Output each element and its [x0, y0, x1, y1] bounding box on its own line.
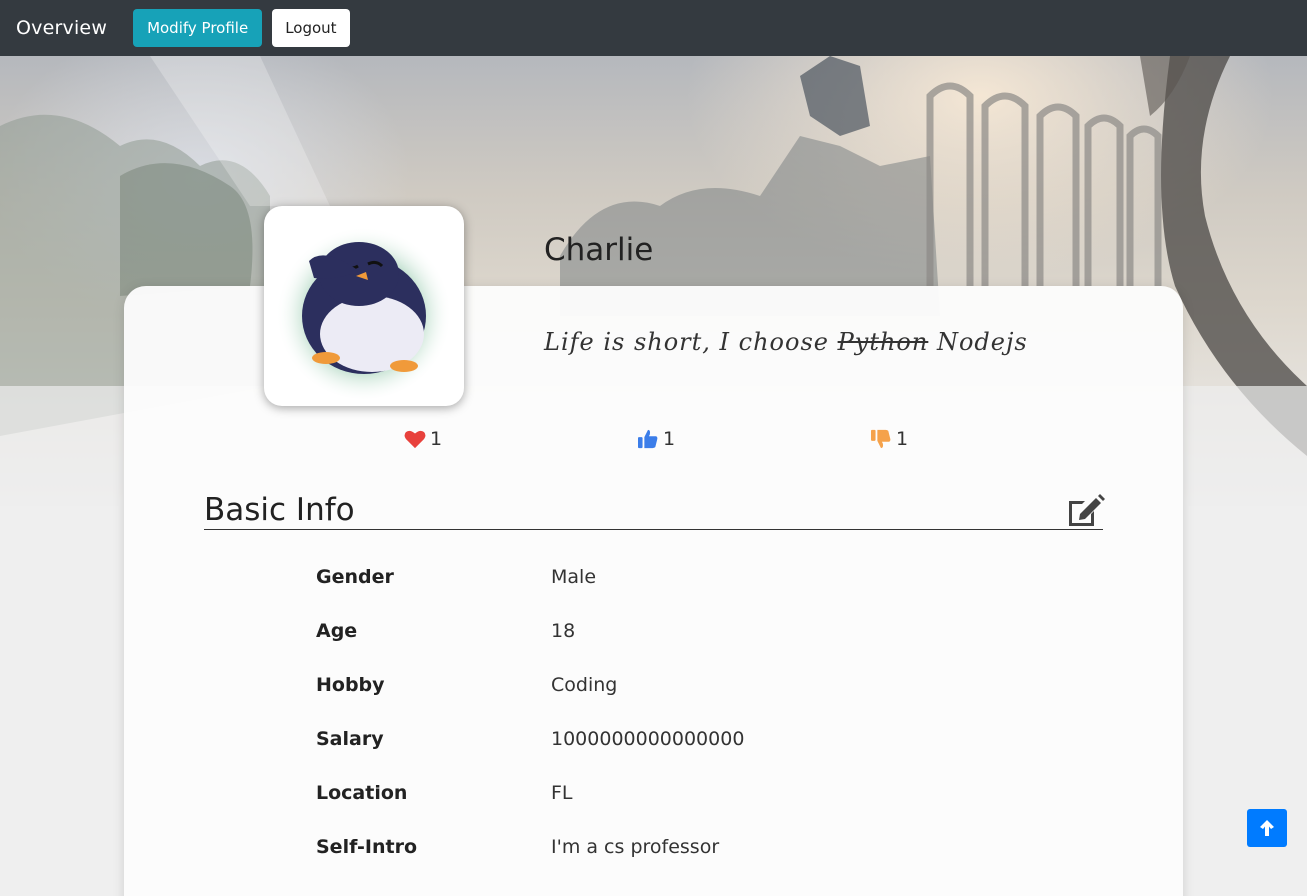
info-label: Age — [316, 620, 358, 642]
info-value: 1000000000000000 — [551, 728, 745, 750]
thumbs-up-count: 1 — [663, 428, 676, 450]
profile-username: Charlie — [544, 232, 654, 268]
info-label: Self-Intro — [316, 836, 418, 858]
penguin-avatar-icon — [276, 223, 452, 399]
arrow-up-icon — [1260, 820, 1274, 836]
info-row-salary: Salary 1000000000000000 — [316, 728, 1016, 758]
info-label: Location — [316, 782, 408, 804]
info-row-age: Age 18 — [316, 620, 1016, 650]
motto-prefix: Life is short, I choose — [544, 328, 838, 356]
logout-button[interactable]: Logout — [272, 9, 350, 47]
info-value: FL — [551, 782, 573, 804]
info-label: Gender — [316, 566, 394, 588]
section-divider — [204, 529, 1103, 530]
basic-info-title: Basic Info — [204, 492, 355, 528]
likes-stat[interactable]: 1 — [404, 428, 442, 450]
edit-profile-icon[interactable] — [1065, 493, 1105, 533]
info-value: 18 — [551, 620, 576, 642]
avatar — [264, 206, 464, 406]
thumbs-up-stat[interactable]: 1 — [637, 428, 675, 450]
thumbs-down-icon — [871, 429, 891, 449]
thumbs-up-icon — [638, 429, 658, 449]
likes-count: 1 — [430, 428, 443, 450]
modify-profile-button[interactable]: Modify Profile — [133, 9, 263, 47]
info-row-hobby: Hobby Coding — [316, 674, 1016, 704]
info-value: I'm a cs professor — [551, 836, 720, 858]
info-row-location: Location FL — [316, 782, 1016, 812]
thumbs-down-count: 1 — [896, 428, 909, 450]
brand-overview-link[interactable]: Overview — [16, 17, 107, 39]
motto-suffix: Nodejs — [928, 328, 1028, 356]
info-label: Hobby — [316, 674, 385, 696]
thumbs-down-stat[interactable]: 1 — [870, 428, 908, 450]
heart-icon — [404, 430, 426, 449]
info-value: Male — [551, 566, 597, 588]
motto-struck-word: Python — [837, 328, 929, 356]
info-row-self-intro: Self-Intro I'm a cs professor — [316, 836, 1016, 866]
top-navbar: Overview Modify Profile Logout — [0, 0, 1307, 56]
profile-motto: Life is short, I choose Python Nodejs — [544, 328, 1028, 356]
info-label: Salary — [316, 728, 384, 750]
back-to-top-button[interactable] — [1247, 809, 1287, 847]
info-row-gender: Gender Male — [316, 566, 1016, 596]
edit-icon — [1069, 494, 1105, 526]
info-value: Coding — [551, 674, 618, 696]
